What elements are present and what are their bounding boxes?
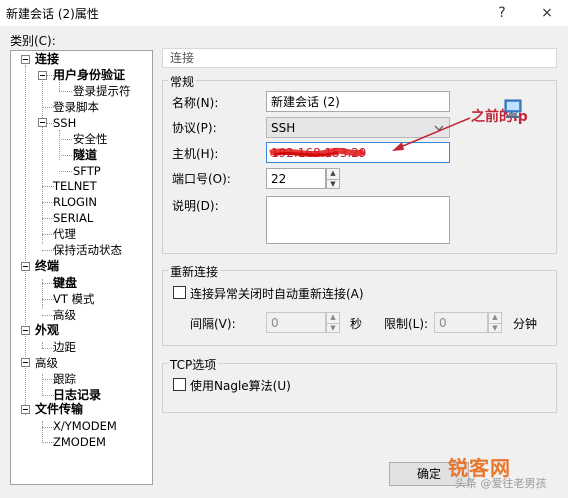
port-field[interactable]: 22 [266, 168, 326, 189]
tree-item-terminal[interactable]: 终端 [35, 259, 59, 274]
section-header: 连接 [162, 48, 557, 68]
tree-item-keepalive[interactable]: 保持活动状态 [53, 243, 122, 258]
tree-item-xymodem[interactable]: X/YMODEM [53, 419, 117, 434]
tree-item-file-transfer[interactable]: 文件传输 [35, 402, 83, 417]
reconnect-group-label: 重新连接 [168, 263, 221, 280]
category-tree: 连接 用户身份验证 登录提示符 登录脚本 SSH 安全性 隧道 SFTP TEL… [10, 50, 153, 485]
host-label: 主机(H): [172, 147, 219, 161]
tree-item-proxy[interactable]: 代理 [53, 227, 76, 242]
port-label: 端口号(O): [172, 172, 231, 186]
close-button[interactable]: × [533, 2, 561, 24]
protocol-label: 协议(P): [172, 121, 217, 135]
tree-item-keyboard[interactable]: 键盘 [53, 276, 77, 291]
nagle-label: 使用Nagle算法(U) [190, 379, 291, 393]
description-field[interactable] [266, 196, 450, 244]
help-button[interactable]: ? [488, 2, 516, 24]
minutes-label: 分钟 [513, 317, 538, 331]
interval-label: 间隔(V): [190, 317, 236, 331]
nagle-checkbox[interactable] [173, 378, 186, 391]
tree-item-margins[interactable]: 边距 [53, 340, 76, 355]
tree-item-logging[interactable]: 日志记录 [53, 388, 101, 403]
tree-item-vt-mode[interactable]: VT 模式 [53, 292, 95, 307]
ok-button-label: 确定 [416, 467, 441, 481]
auto-reconnect-checkbox[interactable] [173, 286, 186, 299]
interval-field[interactable]: 0 [266, 312, 326, 333]
window-title: 新建会话 (2)属性 [6, 7, 99, 21]
name-label: 名称(N): [172, 96, 219, 110]
tree-item-login-prompt[interactable]: 登录提示符 [73, 84, 131, 99]
protocol-value: SSH [271, 121, 296, 135]
tree-item-login-script[interactable]: 登录脚本 [53, 100, 99, 115]
tree-item-user-auth[interactable]: 用户身份验证 [53, 68, 125, 83]
watermark-text: 头条 @爱往老男孩 [455, 477, 547, 490]
tree-item-appearance[interactable]: 外观 [35, 323, 59, 338]
collapse-icon[interactable] [38, 71, 47, 80]
limit-stepper[interactable]: ▲ ▼ [488, 312, 502, 333]
tree-item-security[interactable]: 安全性 [73, 132, 108, 147]
host-scribble-redaction [269, 147, 366, 157]
tree-item-serial[interactable]: SERIAL [53, 211, 93, 226]
collapse-icon[interactable] [21, 358, 30, 367]
collapse-icon[interactable] [21, 405, 30, 414]
auto-reconnect-label: 连接异常关闭时自动重新连接(A) [190, 287, 364, 301]
tree-item-advanced[interactable]: 高级 [53, 308, 76, 323]
tree-item-zmodem[interactable]: ZMODEM [53, 435, 106, 450]
collapse-icon[interactable] [21, 55, 30, 64]
general-group-label: 常规 [168, 73, 197, 90]
collapse-icon[interactable] [21, 326, 30, 335]
tree-item-ssh[interactable]: SSH [53, 116, 76, 131]
tree-item-advanced2[interactable]: 高级 [35, 356, 58, 371]
collapse-icon[interactable] [21, 262, 30, 271]
tree-item-connection[interactable]: 连接 [35, 52, 59, 67]
port-stepper[interactable]: ▲ ▼ [326, 168, 340, 189]
computer-icon [504, 99, 522, 118]
tree-item-tunnel[interactable]: 隧道 [73, 148, 97, 163]
category-label: 类别(C): [10, 34, 56, 48]
seconds-label: 秒 [350, 317, 363, 331]
interval-stepper[interactable]: ▲ ▼ [326, 312, 340, 333]
collapse-icon[interactable] [38, 118, 47, 127]
reconnect-group [162, 270, 557, 346]
tcp-group-label: TCP选项 [168, 356, 219, 373]
tree-item-telnet[interactable]: TELNET [53, 179, 97, 194]
limit-field[interactable]: 0 [434, 312, 488, 333]
tree-item-tracking[interactable]: 跟踪 [53, 372, 76, 387]
tree-item-sftp[interactable]: SFTP [73, 164, 101, 179]
tree-item-rlogin[interactable]: RLOGIN [53, 195, 97, 210]
limit-label: 限制(L): [384, 317, 429, 331]
description-label: 说明(D): [172, 199, 219, 213]
